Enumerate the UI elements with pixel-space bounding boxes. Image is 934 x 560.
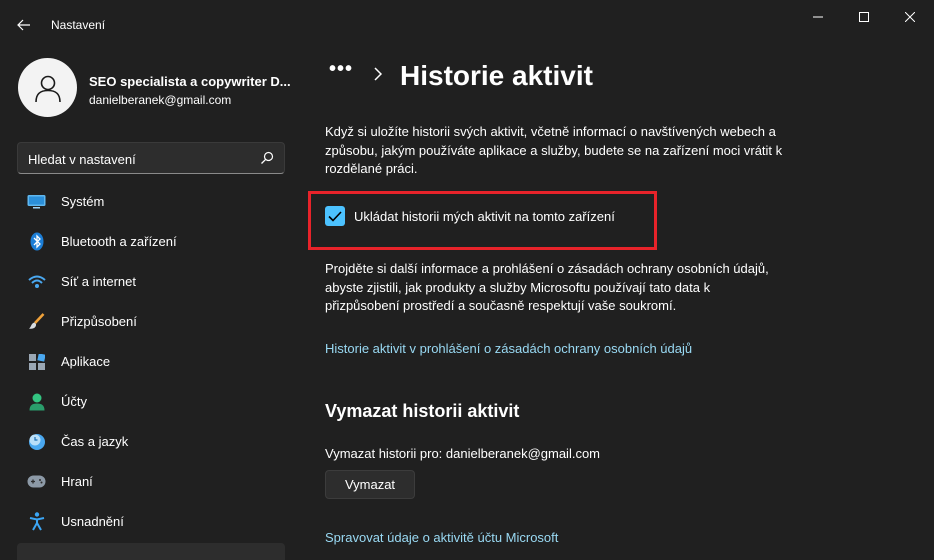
sidebar-item-label: Hraní — [61, 474, 93, 489]
sidebar-item-label: Čas a jazyk — [61, 434, 129, 449]
brush-icon — [27, 312, 46, 331]
page-title: Historie aktivit — [400, 60, 593, 91]
back-button[interactable] — [10, 12, 38, 38]
manage-activity-link[interactable]: Spravovat údaje o aktivitě účtu Microsof… — [325, 530, 558, 545]
privacy-text: Projděte si další informace a prohlášení… — [325, 261, 769, 313]
close-button[interactable] — [887, 0, 933, 34]
system-monitor-icon — [27, 192, 46, 211]
user-avatar-icon — [34, 75, 61, 102]
privacy-statement-link[interactable]: Historie aktivit v prohlášení o zásadách… — [325, 341, 692, 356]
store-history-checkbox[interactable] — [325, 206, 345, 226]
sidebar-item-accounts[interactable]: Účty — [17, 381, 285, 421]
sidebar-item-label: Síť a internet — [61, 274, 136, 289]
account-icon — [27, 392, 46, 411]
sidebar-item-label: Bluetooth a zařízení — [61, 234, 177, 249]
app-title: Nastavení — [51, 18, 106, 32]
sidebar-nav: Systém Bluetooth a zařízení Síť a intern… — [17, 181, 285, 541]
maximize-icon — [859, 12, 869, 22]
intro-text: Když si uložíte historii svých aktivit, … — [325, 124, 783, 176]
sidebar-item-accessibility[interactable]: Usnadnění — [17, 501, 285, 541]
settings-window: Nastavení SEO specialista a copywriter D… — [0, 0, 934, 560]
user-profile[interactable]: SEO specialista a copywriter D... daniel… — [18, 58, 298, 118]
breadcrumb-more-button[interactable]: ••• — [329, 58, 353, 81]
sidebar-item-partial[interactable] — [17, 543, 285, 560]
wifi-icon — [27, 272, 46, 291]
sidebar-item-system[interactable]: Systém — [17, 181, 285, 221]
back-arrow-icon — [17, 19, 30, 31]
sidebar-item-time-language[interactable]: Čas a jazyk — [17, 421, 285, 461]
bluetooth-icon — [27, 232, 46, 251]
sidebar-item-personalization[interactable]: Přizpůsobení — [17, 301, 285, 341]
close-icon — [905, 12, 915, 22]
maximize-button[interactable] — [841, 0, 887, 34]
chevron-right-icon — [374, 67, 383, 81]
sidebar-item-apps[interactable]: Aplikace — [17, 341, 285, 381]
sidebar-item-label: Přizpůsobení — [61, 314, 137, 329]
sidebar-item-label: Účty — [61, 394, 87, 409]
sidebar-item-gaming[interactable]: Hraní — [17, 461, 285, 501]
profile-name: SEO specialista a copywriter D... — [89, 74, 291, 89]
scrollbar[interactable] — [926, 44, 930, 544]
minimize-icon — [813, 16, 823, 18]
gamepad-icon — [27, 472, 46, 491]
avatar — [18, 58, 77, 117]
sidebar-item-label: Systém — [61, 194, 105, 209]
sidebar-item-label: Aplikace — [61, 354, 111, 369]
clear-history-button[interactable]: Vymazat — [325, 470, 415, 499]
search-input[interactable]: Hledat v nastavení — [17, 142, 285, 174]
sidebar-item-bluetooth[interactable]: Bluetooth a zařízení — [17, 221, 285, 261]
search-icon — [261, 151, 274, 164]
clear-history-heading: Vymazat historii aktivit — [325, 401, 520, 421]
apps-icon — [27, 352, 46, 371]
clock-globe-icon — [27, 432, 46, 451]
minimize-button[interactable] — [795, 0, 841, 34]
checkmark-icon — [328, 210, 342, 222]
title-bar: Nastavení — [0, 0, 934, 44]
store-history-label[interactable]: Ukládat historii mých aktivit na tomto z… — [354, 209, 615, 224]
clear-history-account: Vymazat historii pro: danielberanek@gmai… — [325, 446, 600, 461]
accessibility-icon — [27, 512, 46, 531]
sidebar-item-label: Usnadnění — [61, 514, 124, 529]
profile-email: danielberanek@gmail.com — [89, 93, 232, 107]
sidebar-item-network[interactable]: Síť a internet — [17, 261, 285, 301]
search-placeholder: Hledat v nastavení — [28, 152, 136, 167]
